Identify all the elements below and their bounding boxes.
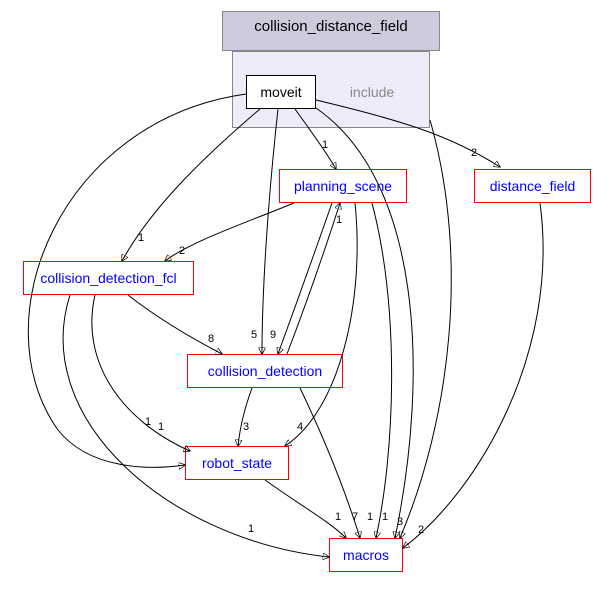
w-moveit-df: 2	[471, 147, 477, 159]
w-cd-rs: 3	[243, 421, 249, 433]
w-moveit-cd: 5	[251, 329, 257, 341]
node-macros[interactable]: macros	[329, 538, 403, 572]
w-ps-rs: 4	[297, 421, 303, 433]
node-planning-scene[interactable]: planning_scene	[279, 169, 407, 203]
w-fcl-cd: 8	[208, 333, 214, 345]
label-include: include	[350, 84, 394, 100]
node-distance-field[interactable]: distance_field	[474, 169, 591, 203]
w-ps-macros: 1	[367, 511, 373, 523]
node-collision-detection[interactable]: collision_detection	[187, 354, 343, 388]
w-fcl-rs: 1	[158, 421, 164, 433]
w-cd-ps: 1	[336, 214, 342, 226]
node-robot-state[interactable]: robot_state	[185, 446, 289, 480]
w-df-macros: 2	[418, 524, 424, 536]
node-collision-distance-field: collision_distance_field	[222, 11, 440, 51]
w-fcl-macros: 1	[248, 523, 254, 535]
w-cd-macros: 7	[352, 511, 358, 523]
node-moveit[interactable]: moveit	[246, 75, 316, 109]
label-distance-field: distance_field	[490, 178, 576, 194]
label-macros: macros	[343, 547, 389, 563]
w-ps-fcl: 2	[179, 245, 185, 257]
node-collision-detection-fcl[interactable]: collision_detection_fcl	[23, 261, 194, 295]
label-collision-detection-fcl: collision_detection_fcl	[40, 270, 176, 286]
node-include: include	[332, 75, 412, 109]
w-moveit-rs: 1	[145, 416, 151, 428]
w-moveit-fcl: 1	[138, 232, 144, 244]
w-moveit-macros: 1	[382, 511, 388, 523]
label-robot-state: robot_state	[202, 455, 272, 471]
w-include-macros: 1	[335, 511, 341, 523]
label-collision-detection: collision_detection	[208, 363, 322, 379]
label-collision-distance-field: collision_distance_field	[254, 18, 407, 35]
w-ps-cd: 9	[270, 329, 276, 341]
w-rs-macros: 3	[397, 516, 403, 528]
label-moveit: moveit	[260, 84, 301, 100]
w-moveit-ps: 1	[322, 139, 328, 151]
label-planning-scene: planning_scene	[294, 178, 392, 194]
